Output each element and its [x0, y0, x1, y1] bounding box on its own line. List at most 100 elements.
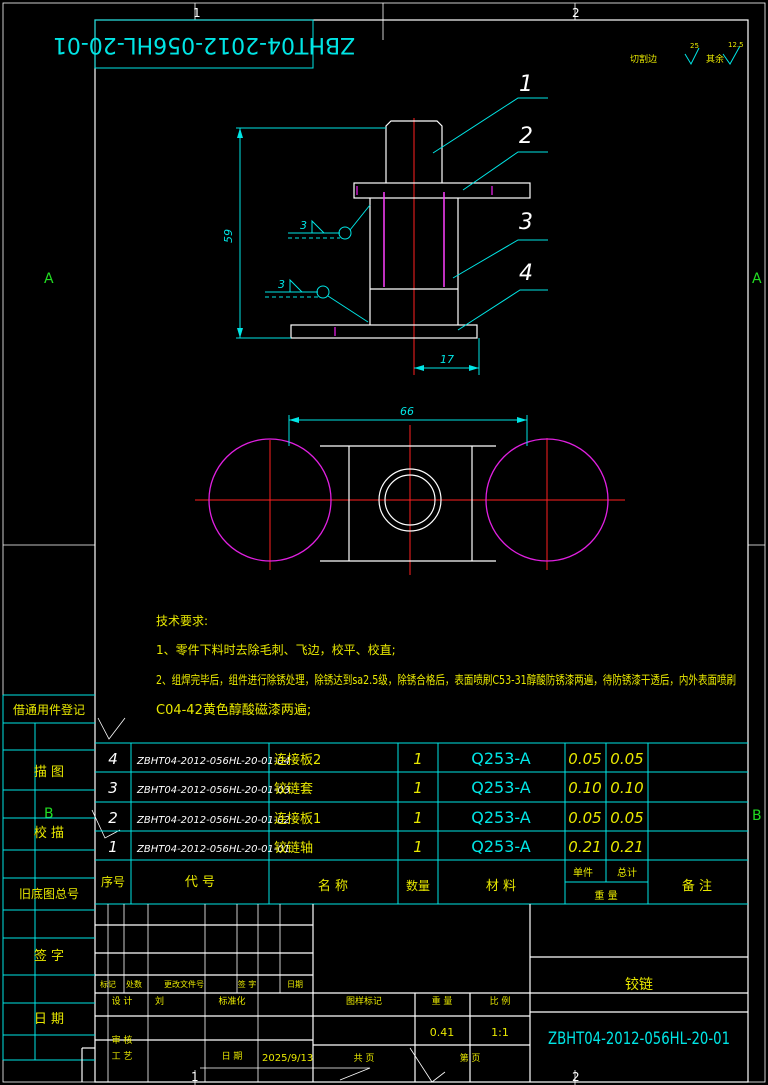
tb-label-review: 审 核: [112, 1034, 133, 1046]
parts-row-code: ZBHT04-2012-056HL-20-01-04: [136, 756, 290, 767]
parts-row-qty: 1: [413, 779, 423, 797]
parts-row-seq: 3: [108, 779, 118, 797]
header-name: 名 称: [318, 878, 348, 894]
weld-symbol-lower: 3: [265, 278, 369, 323]
stamp-label-check-trace: 校 描: [34, 825, 64, 841]
roughness-symbol-icon: [684, 47, 700, 66]
sheet-border: [2, 2, 766, 1085]
tb-label-change-doc: 更改文件号: [164, 979, 204, 989]
parts-row-code: ZBHT04-2012-056HL-20-01-01: [136, 844, 290, 855]
tb-label-design: 设 计: [112, 995, 133, 1007]
tb-designer: 刘: [155, 995, 164, 1007]
balloon-3: 3: [519, 210, 533, 235]
parts-row-material: Q253-A: [471, 837, 531, 856]
technical-requirements: 技术要求: 1、零件下料时去除毛刺、飞边，校平、校直; 2、组焊完毕后，组件进行…: [156, 614, 736, 718]
parts-row-name: 铰链轴: [274, 841, 313, 856]
parts-row-name: 连接板2: [274, 752, 321, 768]
tb-label-date: 日期: [287, 980, 303, 989]
tech-req-item-1: 1、零件下料时去除毛刺、飞边，校平、校直;: [156, 642, 396, 657]
parts-row-material: Q253-A: [471, 749, 531, 768]
finish-other-value: 25: [690, 42, 699, 50]
finish-rest-label: 其余: [706, 53, 724, 65]
parts-row-code: ZBHT04-2012-056HL-20-01-02: [136, 815, 290, 826]
dimension-offset: 17: [440, 353, 454, 366]
stamp-label-old-base: 旧底图总号: [19, 886, 79, 901]
tech-req-item-2-line-1: 2、组焊完毕后，组件进行除锈处理，除锈达到sa2.5级，除锈合格后，表面喷刷C5…: [156, 672, 736, 687]
tb-label-weight: 重 量: [432, 995, 453, 1007]
tb-weight-value: 0.41: [430, 1026, 455, 1039]
parts-row-unit-weight: 0.05: [568, 809, 601, 827]
weld-size-upper: 3: [300, 219, 307, 232]
parts-row-name: 连接板1: [274, 811, 321, 827]
parts-row-total-weight: 0.21: [610, 838, 643, 856]
zone-label-bottom-1: 1: [191, 1070, 199, 1084]
zone-label-bottom-2: 2: [572, 1070, 580, 1084]
parts-row-material: Q253-A: [471, 778, 531, 797]
parts-row-qty: 1: [413, 809, 423, 827]
parts-row-total-weight: 0.10: [610, 779, 643, 797]
dimension-span: 66: [400, 405, 414, 418]
zone-label-left-b: B: [44, 806, 54, 822]
stamp-label-borrow-reg: 借通用件登记: [13, 702, 85, 717]
parts-row-qty: 1: [413, 838, 423, 856]
parts-row-name: 铰链套: [274, 781, 313, 797]
tb-label-sheet: 第 页: [460, 1052, 481, 1064]
parts-row-seq: 1: [108, 838, 118, 856]
stamp-label-signature: 签 字: [34, 948, 64, 964]
parts-row-total-weight: 0.05: [610, 750, 643, 768]
balloon-4: 4: [519, 261, 533, 286]
tb-scale-value: 1:1: [491, 1026, 509, 1039]
parts-list-header: 序号 代 号 名 称 数量 材 料 单件 总计 重 量 备 注: [101, 866, 712, 902]
tb-label-sign: 签 字: [238, 979, 257, 989]
rotated-drawing-number-text: ZBHT04-2012-056HL-20-01: [53, 32, 355, 57]
tb-label-process: 工 艺: [112, 1051, 133, 1062]
tb-label-stage-mark: 图样标记: [346, 995, 382, 1007]
header-total: 总计: [617, 866, 637, 879]
top-view: 66: [195, 405, 625, 575]
front-view: 1 2 3 4 59 17 3 3: [222, 72, 548, 375]
tb-label-standardize: 标准化: [218, 995, 245, 1007]
finish-other-label: 切割边: [630, 53, 657, 65]
tb-label-mark: 标记: [100, 979, 116, 989]
zone-label-top-1: 1: [193, 6, 201, 20]
parts-row-seq: 2: [108, 809, 118, 827]
tech-req-item-2-line-2: C04-42黄色醇酸磁漆两遍;: [156, 702, 311, 718]
tech-req-title: 技术要求:: [156, 614, 208, 628]
tb-label-date2: 日 期: [222, 1051, 243, 1062]
parts-row-unit-weight: 0.05: [568, 750, 601, 768]
zone-label-left-a: A: [44, 271, 54, 287]
zone-label-top-2: 2: [572, 6, 580, 20]
parts-row-qty: 1: [413, 750, 423, 768]
dimension-height: 59: [222, 229, 235, 243]
tb-part-name: 铰链: [625, 977, 653, 993]
tb-label-scale: 比 例: [490, 995, 511, 1007]
finish-rest-value: 12.5: [728, 41, 744, 49]
parts-row-unit-weight: 0.10: [568, 779, 601, 797]
rotated-drawing-number: ZBHT04-2012-056HL-20-01: [53, 19, 355, 69]
header-seq: 序号: [101, 874, 125, 889]
header-qty: 数量: [406, 878, 430, 893]
header-material: 材 料: [486, 879, 516, 894]
weld-symbol-upper: 3: [288, 204, 371, 240]
tb-label-sheets: 共 页: [354, 1053, 375, 1064]
parts-row-total-weight: 0.05: [610, 809, 643, 827]
title-block: 标记 处数 更改文件号 签 字 日期 设 计 刘 标准化 审 核 工 艺 日 期…: [81, 904, 748, 1083]
stamp-label-date: 日 期: [34, 1012, 64, 1027]
drawing-canvas: 1 2 A A B B 1 2 ZBHT04-2012-056HL-20-01 …: [2, 2, 766, 1085]
surface-finish-note: 切割边 25 其余 12.5: [630, 41, 744, 66]
parts-row-material: Q253-A: [471, 808, 531, 827]
tb-date-value: 2025/9/13: [262, 1053, 313, 1064]
parts-row-seq: 4: [108, 750, 118, 768]
weld-size-lower: 3: [278, 278, 285, 291]
balloon-2: 2: [519, 124, 533, 149]
header-remark: 备 注: [682, 878, 712, 894]
header-unit: 单件: [573, 867, 593, 879]
header-code: 代 号: [185, 875, 215, 890]
zone-label-right-a: A: [752, 271, 762, 287]
balloon-1: 1: [519, 72, 533, 97]
tb-label-count: 处数: [126, 979, 142, 989]
parts-row-unit-weight: 0.21: [568, 838, 601, 856]
stamp-label-trace: 描 图: [34, 765, 64, 780]
tb-drawing-number: ZBHT04-2012-056HL-20-01: [548, 1029, 730, 1049]
zone-label-right-b: B: [752, 808, 762, 824]
